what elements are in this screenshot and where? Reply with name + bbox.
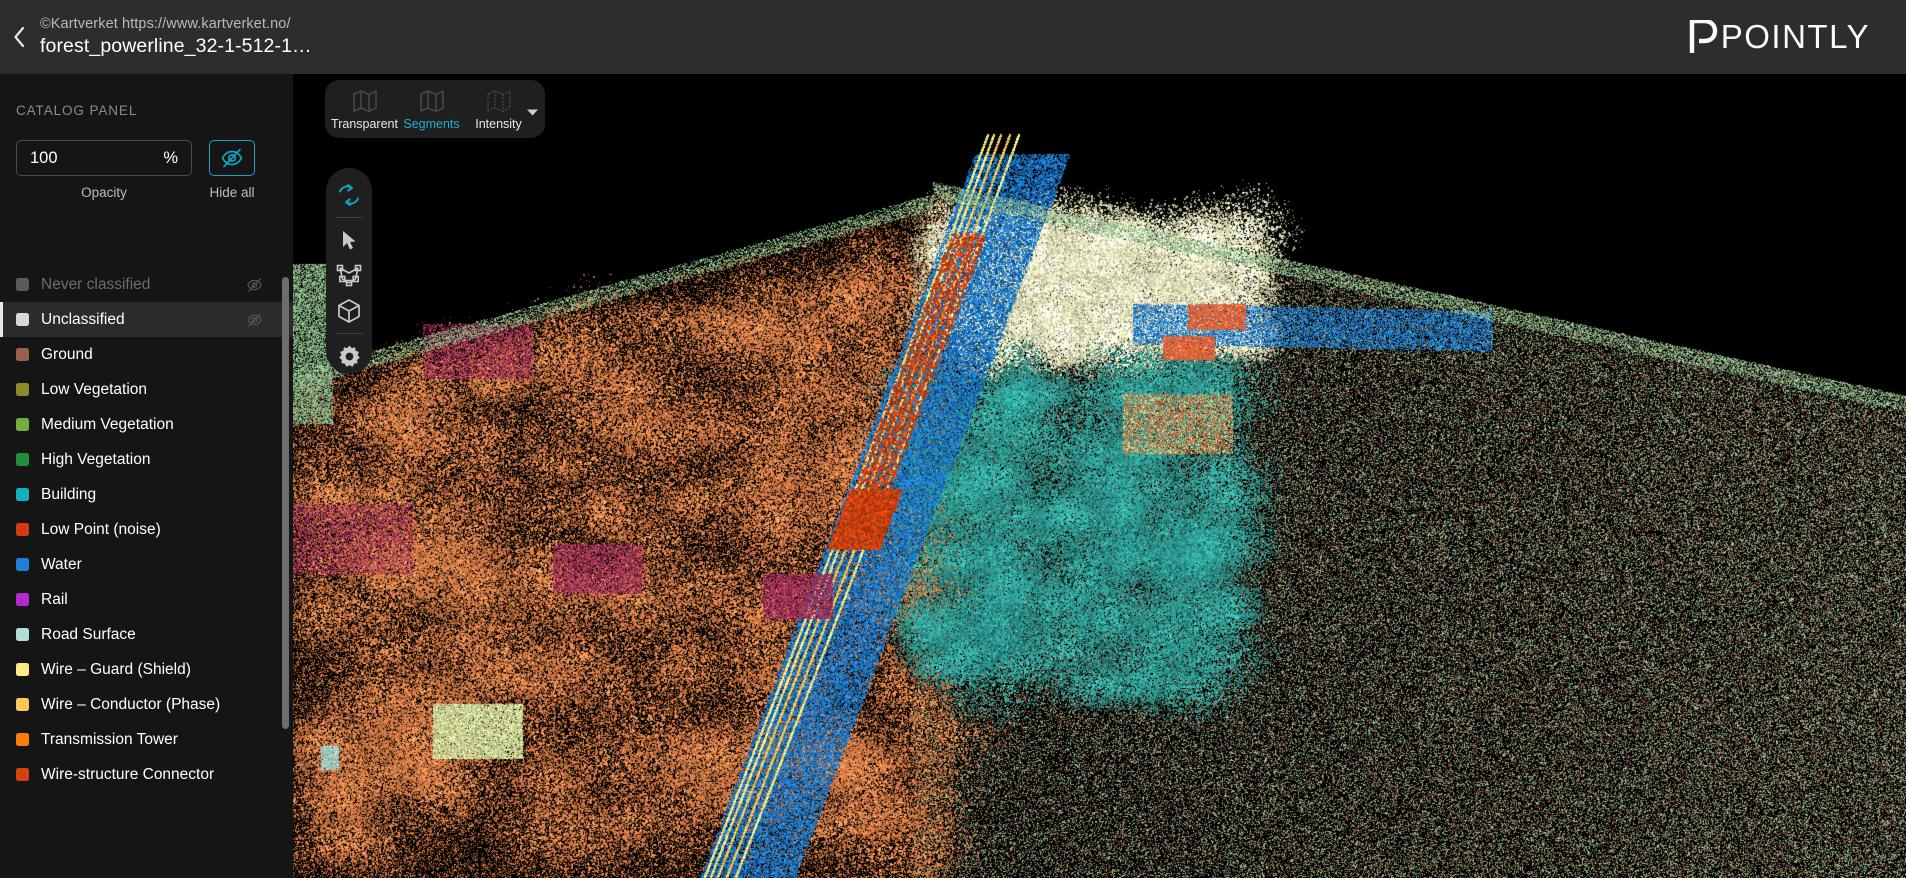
catalog-sidebar: CATALOG PANEL 100 % Opacity Hide all Nev… [0, 74, 293, 878]
eye-off-icon [221, 148, 243, 168]
class-color-swatch[interactable] [16, 698, 29, 711]
class-label: Ground [41, 345, 93, 363]
gear-icon [338, 345, 360, 367]
class-row[interactable]: Wire – Conductor (Phase) [0, 687, 293, 722]
class-row[interactable]: Transmission Tower [0, 722, 293, 757]
top-bar: ©Kartverket https://www.kartverket.no/ f… [0, 0, 1906, 74]
class-label: Never classified [41, 275, 151, 293]
eye-off-icon [247, 277, 262, 292]
class-label: Transmission Tower [41, 730, 178, 748]
class-row[interactable]: Road Surface [0, 617, 293, 652]
class-color-swatch[interactable] [16, 593, 29, 606]
class-label: Wire-structure Connector [41, 765, 215, 783]
brand-wordmark: POINTLY [1720, 18, 1870, 55]
dataset-title-block: ©Kartverket https://www.kartverket.no/ f… [38, 15, 312, 59]
tool-rail [326, 168, 372, 374]
class-color-swatch[interactable] [16, 488, 29, 501]
class-row[interactable]: Never classified [0, 267, 293, 302]
opacity-label: Opacity [81, 185, 127, 200]
back-button[interactable] [0, 0, 38, 74]
render-mode-dropdown-button[interactable] [526, 104, 539, 122]
class-row[interactable]: Unclassified [0, 302, 293, 337]
class-list: Never classified Unclassified Ground Low … [0, 267, 293, 878]
polygon-icon [336, 264, 362, 286]
render-mode-label: Intensity [475, 116, 522, 131]
pointly-p-icon [1689, 20, 1717, 53]
class-label: Wire – Guard (Shield) [41, 660, 191, 678]
class-visibility-toggle[interactable] [246, 311, 263, 328]
render-mode-label: Transparent [331, 116, 398, 131]
map-outline-icon [419, 89, 444, 112]
opacity-controls: 100 % Opacity Hide all [0, 118, 293, 200]
render-mode-segments[interactable]: Segments [398, 80, 465, 138]
cursor-arrow-icon [343, 231, 356, 250]
class-row[interactable]: Ground [0, 337, 293, 372]
class-row[interactable]: Building [0, 477, 293, 512]
class-label: Wire – Conductor (Phase) [41, 695, 221, 713]
map-dotted-icon [486, 89, 511, 112]
class-color-swatch[interactable] [16, 768, 29, 781]
opacity-unit: % [163, 148, 178, 167]
class-color-swatch[interactable] [16, 733, 29, 746]
hide-all-button[interactable] [209, 140, 255, 176]
class-list-scrollbar[interactable] [282, 267, 289, 878]
class-color-swatch[interactable] [16, 628, 29, 641]
class-color-swatch[interactable] [16, 278, 29, 291]
class-color-swatch[interactable] [16, 663, 29, 676]
chevron-left-icon [14, 26, 25, 48]
select-tool[interactable] [326, 223, 372, 258]
class-color-swatch[interactable] [16, 383, 29, 396]
class-row[interactable]: Wire – Guard (Shield) [0, 652, 293, 687]
cube-icon [338, 298, 360, 323]
class-label: Low Point (noise) [41, 520, 161, 538]
settings-tool[interactable] [326, 339, 372, 374]
opacity-input[interactable]: 100 % [16, 140, 192, 176]
class-label: High Vegetation [41, 450, 151, 468]
rotate-icon [339, 183, 359, 206]
eye-off-icon [247, 312, 262, 327]
class-row[interactable]: High Vegetation [0, 442, 293, 477]
panel-title: CATALOG PANEL [16, 103, 138, 118]
class-label: Low Vegetation [41, 380, 148, 398]
render-mode-transparent[interactable]: Transparent [331, 80, 398, 138]
point-cloud-viewport[interactable]: Transparent Segments Intensity [293, 74, 1906, 878]
class-row[interactable]: Medium Vegetation [0, 407, 293, 442]
class-row[interactable]: Rail [0, 582, 293, 617]
brand-logo: POINTLY [1689, 0, 1870, 74]
tool-separator [335, 333, 363, 334]
class-label: Water [41, 555, 82, 573]
map-outline-icon [352, 89, 377, 112]
class-row[interactable]: Low Vegetation [0, 372, 293, 407]
point-cloud-canvas[interactable] [293, 74, 1906, 878]
render-mode-toolbar: Transparent Segments Intensity [325, 80, 545, 138]
class-label: Rail [41, 590, 68, 608]
scrollbar-thumb[interactable] [282, 277, 289, 729]
class-row[interactable]: Wire-structure Connector [0, 757, 293, 792]
opacity-value: 100 [30, 148, 58, 167]
class-color-swatch[interactable] [16, 453, 29, 466]
app-root: ©Kartverket https://www.kartverket.no/ f… [0, 0, 1906, 878]
class-color-swatch[interactable] [16, 313, 29, 326]
class-label: Building [41, 485, 97, 503]
hide-all-label: Hide all [209, 185, 255, 200]
class-color-swatch[interactable] [16, 348, 29, 361]
class-color-swatch[interactable] [16, 558, 29, 571]
render-mode-intensity[interactable]: Intensity [465, 80, 532, 138]
class-row[interactable]: Low Point (noise) [0, 512, 293, 547]
chevron-down-icon [527, 109, 538, 116]
tool-separator [335, 217, 363, 218]
class-row[interactable]: Water [0, 547, 293, 582]
render-mode-label: Segments [403, 116, 460, 131]
attribution-text: ©Kartverket https://www.kartverket.no/ [40, 16, 291, 32]
class-label: Unclassified [41, 310, 125, 328]
class-label: Medium Vegetation [41, 415, 174, 433]
class-color-swatch[interactable] [16, 523, 29, 536]
dataset-title: forest_powerline_32-1-512-1… [40, 35, 312, 57]
orbit-rotate-tool[interactable] [326, 177, 372, 212]
class-color-swatch[interactable] [16, 418, 29, 431]
class-label: Road Surface [41, 625, 136, 643]
box-select-tool[interactable] [326, 293, 372, 328]
polygon-select-tool[interactable] [326, 258, 372, 293]
class-visibility-toggle[interactable] [246, 276, 263, 293]
